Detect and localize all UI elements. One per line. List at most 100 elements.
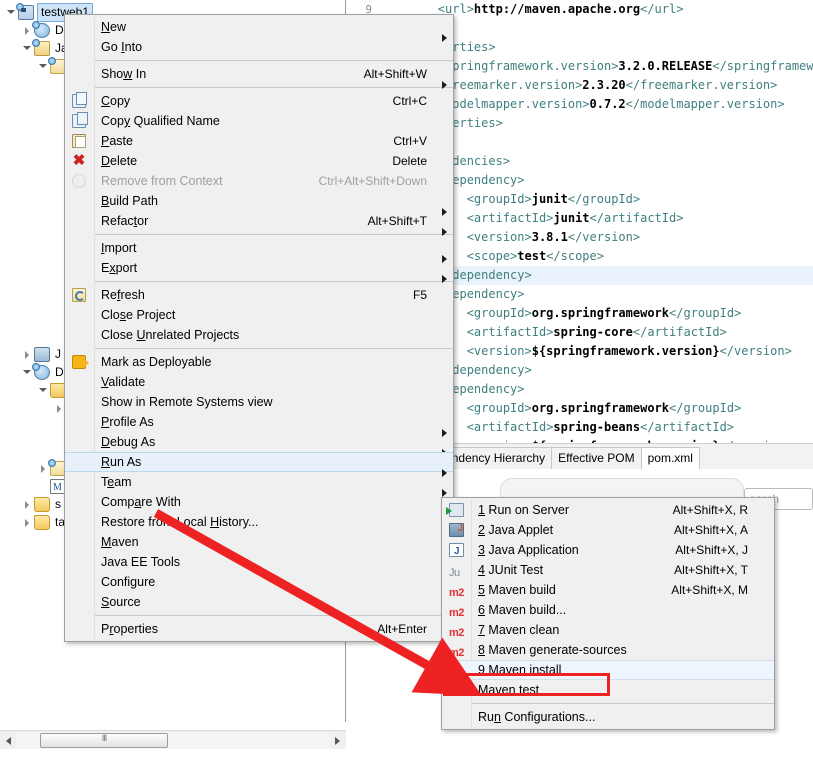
tree-item[interactable]: ta xyxy=(22,514,67,531)
menu-item-show-in[interactable]: Show In Alt+Shift+W xyxy=(65,64,453,89)
menu-item-delete[interactable]: ✖ Delete Delete xyxy=(65,151,453,171)
run-as-item-7-maven-clean[interactable]: m2 7 Maven clean xyxy=(442,620,774,640)
paste-icon xyxy=(72,134,86,148)
menu-item-validate[interactable]: Validate xyxy=(65,372,453,392)
menu-item-label: Import xyxy=(101,241,137,255)
run-as-item-1-run-on-server[interactable]: 1 Run on Server Alt+Shift+X, R xyxy=(442,500,774,520)
maven-icon: m2 xyxy=(442,620,471,640)
run-as-item-5-maven-build[interactable]: m2 5 Maven build Alt+Shift+X, M xyxy=(442,580,774,600)
decorator-icon xyxy=(32,39,40,47)
scrollbar-thumb[interactable] xyxy=(40,732,168,748)
menu-item-build-path[interactable]: Build Path xyxy=(65,191,453,216)
menu-item-configure[interactable]: Configure xyxy=(65,572,453,597)
run-as-item-maven-test[interactable]: m2 Maven test xyxy=(442,680,774,700)
scroll-left-icon[interactable] xyxy=(0,732,16,749)
run-as-item-2-java-applet[interactable]: 2 Java Applet Alt+Shift+X, A xyxy=(442,518,774,540)
menu-item-properties[interactable]: Properties Alt+Enter xyxy=(65,619,453,639)
run-as-item-run-configurations[interactable]: Run Configurations... xyxy=(442,707,774,727)
run-as-item-9-maven-install[interactable]: m2 9 Maven install xyxy=(442,660,774,680)
editor-tab[interactable]: pom.xml xyxy=(640,447,700,469)
menu-item-copy[interactable]: Copy Ctrl+C xyxy=(65,91,453,111)
run-as-submenu[interactable]: 1 Run on ServerAlt+Shift+X, R2 Java Appl… xyxy=(441,497,775,730)
menu-item-close-unrelated-projects[interactable]: Close Unrelated Projects xyxy=(65,325,453,345)
decorator-icon xyxy=(32,21,40,29)
menu-item-shortcut: Ctrl+C xyxy=(392,94,427,108)
menu-item-label: New xyxy=(101,20,127,34)
menu-item-mark-as-deployable[interactable]: Mark as Deployable xyxy=(65,352,453,372)
deployed-res-icon xyxy=(32,363,50,380)
menu-item-close-project[interactable]: Close Project xyxy=(65,305,453,325)
menu-item-remove-from-context: Remove from Context Ctrl+Alt+Shift+Down xyxy=(65,171,453,191)
menu-item-profile-as[interactable]: Profile As xyxy=(65,412,453,437)
menu-item-compare-with[interactable]: Compare With xyxy=(65,492,453,517)
tree-item[interactable]: Ja xyxy=(22,39,70,57)
tree-twisty-closed-icon[interactable] xyxy=(22,496,34,513)
scroll-right-icon[interactable] xyxy=(330,732,346,749)
menu-item-copy-qualified-name[interactable]: Copy Qualified Name xyxy=(65,111,453,131)
maven-icon: m2 xyxy=(449,687,464,699)
tree-twisty-closed-icon[interactable] xyxy=(22,346,34,363)
tree-twisty-open-icon[interactable] xyxy=(38,382,50,399)
menu-item-import[interactable]: Import xyxy=(65,238,453,263)
menu-item-java-ee-tools[interactable]: Java EE Tools xyxy=(65,552,453,577)
delete-icon: ✖ xyxy=(72,152,86,169)
menu-item-paste[interactable]: Paste Ctrl+V xyxy=(65,131,453,151)
menu-icon-slot xyxy=(65,532,94,552)
tree-item[interactable]: D xyxy=(22,363,66,381)
scrollbar-track[interactable] xyxy=(16,731,330,749)
run-as-item-3-java-application[interactable]: 3 Java Application Alt+Shift+X, J xyxy=(442,540,774,562)
menu-item-export[interactable]: Export xyxy=(65,258,453,283)
menu-item-run-as[interactable]: Run As xyxy=(65,452,453,477)
menu-item-label: Close Unrelated Projects xyxy=(101,328,240,342)
run-as-item-label: 6 Maven build... xyxy=(478,603,567,617)
menu-item-new[interactable]: New xyxy=(65,17,453,42)
menu-icon-slot xyxy=(65,472,94,492)
run-as-item-8-maven-generate-sources[interactable]: m2 8 Maven generate-sources xyxy=(442,640,774,660)
menu-item-shortcut: F5 xyxy=(412,288,427,302)
menu-item-label: Maven xyxy=(101,535,139,549)
menu-item-shortcut: Alt+Shift+T xyxy=(367,214,427,228)
menu-item-label: Mark as Deployable xyxy=(101,355,212,369)
project-icon xyxy=(16,3,34,20)
project-context-menu[interactable]: New Go Into Show In Alt+Shift+W Copy Ctrl+C Co… xyxy=(64,14,454,642)
menu-item-label: Show In xyxy=(101,67,147,81)
tree-item[interactable]: D xyxy=(22,21,66,39)
copy-icon xyxy=(65,91,94,111)
menu-item-source[interactable]: Source xyxy=(65,592,453,617)
menu-item-label: Copy Qualified Name xyxy=(101,114,220,128)
eclipse-workbench: testweb1DJaJDpsta 9 <url>http://maven.ap… xyxy=(0,0,813,759)
tree-twisty-closed-icon[interactable] xyxy=(22,514,34,531)
java-resources-icon xyxy=(32,39,50,56)
menu-item-label: Source xyxy=(101,595,141,609)
remove-context-icon xyxy=(72,174,86,188)
menu-item-maven[interactable]: Maven xyxy=(65,532,453,557)
menu-icon-slot xyxy=(65,452,94,472)
menu-icon-slot xyxy=(65,64,94,84)
menu-icon-slot xyxy=(65,512,94,532)
editor-tab[interactable]: Effective POM xyxy=(551,447,642,469)
menu-item-team[interactable]: Team xyxy=(65,472,453,497)
remove-context-icon xyxy=(65,171,94,191)
menu-item-label: Remove from Context xyxy=(101,174,223,188)
run-as-item-4-junit-test[interactable]: Ju 4 JUnit Test Alt+Shift+X, T xyxy=(442,560,774,580)
menu-item-label: Restore from Local History... xyxy=(101,515,259,529)
explorer-horizontal-scrollbar[interactable] xyxy=(0,730,346,749)
menu-item-refresh[interactable]: Refresh F5 xyxy=(65,285,453,305)
tree-item[interactable]: s xyxy=(22,496,63,513)
copy-icon xyxy=(72,92,87,108)
menu-item-refactor[interactable]: Refactor Alt+Shift+T xyxy=(65,211,453,236)
junit-icon: Ju xyxy=(449,567,460,579)
deployable-icon xyxy=(72,355,89,369)
menu-item-show-in-remote-systems-view[interactable]: Show in Remote Systems view xyxy=(65,392,453,412)
folder-icon xyxy=(34,515,50,530)
run-as-item-6-maven-build[interactable]: m2 6 Maven build... xyxy=(442,600,774,620)
menu-icon-slot xyxy=(65,211,94,231)
java-application-icon xyxy=(442,540,471,562)
tree-item[interactable]: J xyxy=(22,346,63,363)
menu-icon-slot xyxy=(65,432,94,452)
menu-item-label: Refactor xyxy=(101,214,149,228)
menu-item-restore-from-local-history[interactable]: Restore from Local History... xyxy=(65,512,453,532)
menu-item-label: Delete xyxy=(101,154,138,168)
menu-item-debug-as[interactable]: Debug As xyxy=(65,432,453,457)
menu-item-go-into[interactable]: Go Into xyxy=(65,37,453,57)
